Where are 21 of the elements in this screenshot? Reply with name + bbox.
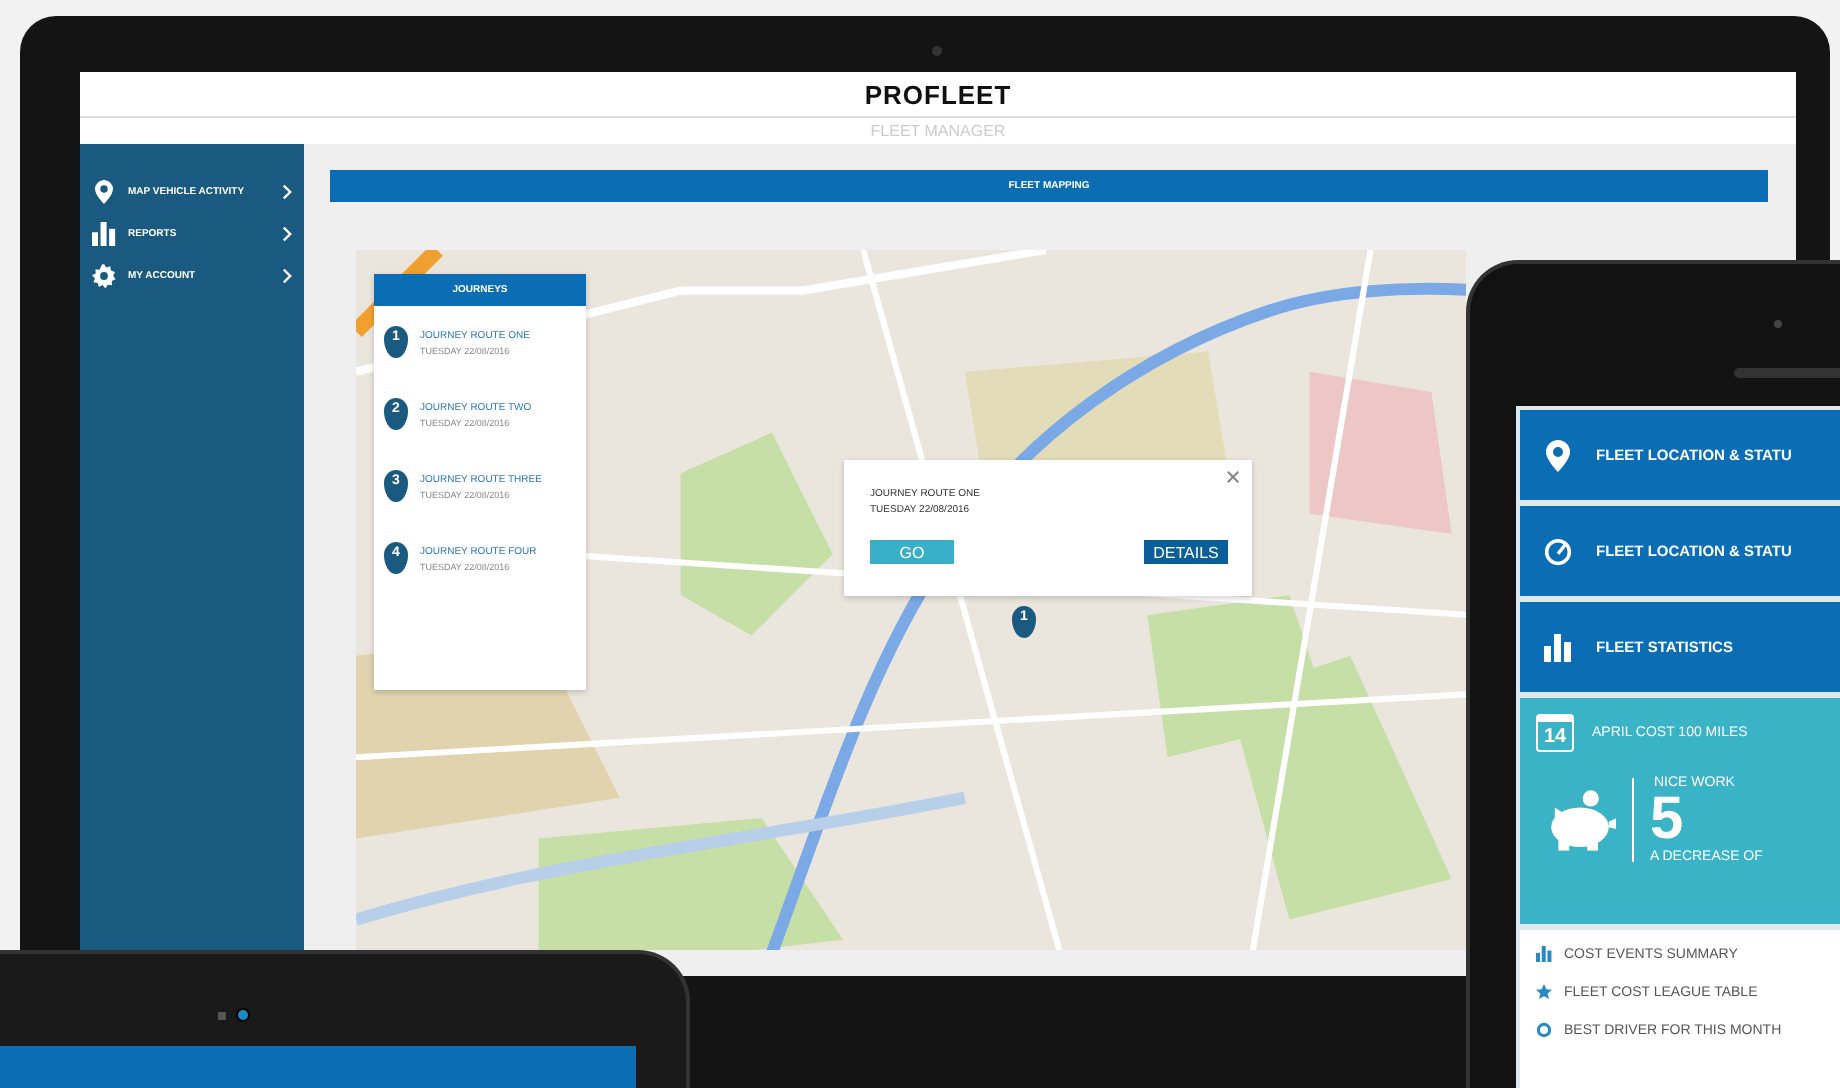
chevron-icon bbox=[282, 268, 292, 284]
details-button[interactable]: DETAILS bbox=[1144, 540, 1228, 564]
settings-icon bbox=[92, 264, 116, 288]
star-icon bbox=[1536, 984, 1552, 1000]
chevron-icon bbox=[282, 184, 292, 200]
camera-icon bbox=[932, 46, 942, 56]
bar-chart-icon bbox=[92, 222, 116, 246]
map-pin-icon bbox=[1544, 439, 1572, 471]
ring-icon bbox=[1536, 1022, 1552, 1038]
app-logo: PROFLEET bbox=[864, 79, 1012, 109]
map-pin-icon bbox=[92, 180, 116, 204]
gauge-icon bbox=[1544, 535, 1572, 567]
card-figure: 5 bbox=[1650, 790, 1684, 850]
camera-icon bbox=[1774, 320, 1782, 328]
sensor-icon bbox=[218, 1012, 226, 1020]
bar-chart-icon bbox=[1544, 631, 1572, 663]
camera-icon bbox=[238, 1010, 248, 1020]
bar-chart-icon bbox=[1536, 946, 1552, 962]
calendar-icon: 14 bbox=[1536, 714, 1574, 752]
chevron-icon bbox=[282, 226, 292, 242]
close-icon[interactable] bbox=[1226, 470, 1240, 484]
